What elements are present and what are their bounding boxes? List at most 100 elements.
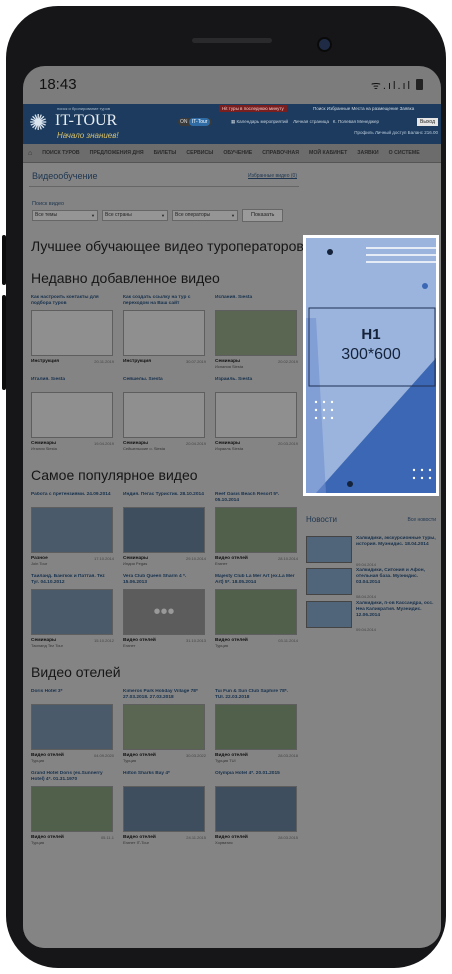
video-card[interactable]: Doris Hotel 3* Видео отелей 04.09.2020 Турц… (31, 689, 114, 763)
video-thumbnail[interactable] (123, 704, 205, 750)
video-card[interactable]: Tui Fun & Sun Club Saphire 78*. TUI. 22.… (215, 689, 298, 763)
nav-item-orders[interactable]: ЗАЯВКИ (352, 150, 383, 156)
header-account-row[interactable]: Профиль Личный доступ Баланс 216.00 (354, 130, 438, 135)
video-subtitle: Таиланд Tez Tour (31, 643, 63, 648)
country-select[interactable]: Все страны ▼ (102, 210, 168, 221)
video-subtitle: Турция (123, 758, 137, 763)
hot-tours-link[interactable]: Hit туры в последнюю минуту (219, 105, 287, 112)
video-title[interactable]: Majesty Club La Mer Art (ex.La Mer Art) … (215, 574, 298, 588)
video-thumbnail[interactable] (31, 392, 113, 438)
video-card[interactable]: Reef Oasis Beach Resort 5*. 05.10.2014 Ви… (215, 492, 298, 566)
ad-banner[interactable]: H1 300*600 (306, 238, 436, 493)
nav-item-tickets[interactable]: БИЛЕТЫ (149, 150, 182, 156)
video-title[interactable]: Doris Hotel 3* (31, 689, 114, 703)
calendar-link[interactable]: Календарь мероприятий (237, 119, 289, 124)
video-title[interactable]: Как настроить контакты для подбора туров (31, 295, 114, 309)
toggle-active: IT-Tour (188, 118, 211, 126)
video-thumbnail[interactable] (123, 786, 205, 832)
video-thumbnail[interactable] (31, 310, 113, 356)
toggle-on: ON (180, 119, 188, 125)
video-thumbnail[interactable] (123, 310, 205, 356)
video-thumbnail[interactable] (215, 786, 297, 832)
video-title[interactable]: Kimeros Park Holiday Village 78* 27.03.2… (123, 689, 206, 703)
home-icon[interactable]: ⌂ (23, 150, 37, 157)
news-thumbnail[interactable] (306, 601, 352, 628)
video-card[interactable]: Olympia Hotel 4*. 20.01.2015 Видео отелей… (215, 771, 298, 845)
nav-item-cabinet[interactable]: МОЙ КАБИНЕТ (304, 150, 352, 156)
site-logo[interactable]: IT-TOUR (55, 112, 117, 130)
news-thumbnail[interactable] (306, 568, 352, 595)
video-title[interactable]: Hilton Sharks Bay 4* (123, 771, 206, 785)
video-card[interactable]: Majesty Club La Mer Art (ex.La Mer Art) … (215, 574, 298, 648)
video-thumbnail[interactable] (123, 392, 205, 438)
nav-item-reference[interactable]: СПРАВОЧНАЯ (257, 150, 304, 156)
video-card[interactable]: Сейшелы. Siesta Семинары 20.04.2019 Сейшель… (123, 377, 206, 451)
video-date: 03.11.2014 (278, 638, 298, 643)
favorites-link[interactable]: Избранные видео (0) (248, 173, 297, 179)
site-header: ✺ поиск и бронирование туров IT-TOUR Нач… (23, 104, 441, 144)
video-card[interactable]: Vera Club Queen Sharm 4 *. 15.06.2013 •••… (123, 574, 206, 648)
header-links[interactable]: ▦ Календарь мероприятий Личная страница … (231, 119, 379, 125)
video-thumbnail[interactable] (215, 704, 297, 750)
top-links[interactable]: Поиск Избранные Места на размещение Заяв… (313, 106, 414, 111)
video-thumbnail[interactable]: ••• (123, 589, 205, 635)
nav-item-offers[interactable]: ПРЕДЛОЖЕНИЯ ДНЯ (85, 150, 149, 156)
news-date: 08.04.2014 (356, 594, 377, 599)
video-thumbnail[interactable] (31, 786, 113, 832)
video-card[interactable]: Таиланд. Бангкок и Паттая. Tez Tyr. 04.1… (31, 574, 114, 648)
video-thumbnail[interactable] (215, 310, 297, 356)
logo-tagline: поиск и бронирование туров (57, 106, 110, 111)
news-title[interactable]: Халкидики, п-ов Кассандра, осс. Неа Кали… (356, 601, 436, 619)
video-title[interactable]: Израиль. Siesta (215, 377, 298, 391)
news-title[interactable]: Халкидики, Ситония и Афон, отельная база… (356, 568, 436, 586)
video-card[interactable]: Италия. Siesta Семинары 19.04.2019 Италия S… (31, 377, 114, 451)
video-title[interactable]: Сейшелы. Siesta (123, 377, 206, 391)
video-thumbnail[interactable] (123, 507, 205, 553)
video-title[interactable]: Испания. Siesta (215, 295, 298, 309)
topic-select[interactable]: Все темы ▼ (32, 210, 98, 221)
recent-video-heading: Недавно добавленное видео (31, 270, 220, 286)
personal-page-link[interactable]: Личная страница (293, 119, 329, 124)
news-title[interactable]: Халкидики, экскурсионные туры, история. … (356, 536, 436, 548)
video-title[interactable]: Olympia Hotel 4*. 20.01.2015 (215, 771, 298, 785)
video-title[interactable]: Таиланд. Бангкок и Паттая. Tez Tyr. 04.1… (31, 574, 114, 588)
video-thumbnail[interactable] (31, 507, 113, 553)
show-button[interactable]: Показать (242, 209, 284, 222)
nav-item-search-tours[interactable]: ПОИСК ТУРОВ (37, 150, 84, 156)
nav-item-services[interactable]: СЕРВИСЫ (181, 150, 218, 156)
video-title[interactable]: Индия. Пегас Туристик. 28.10.2014 (123, 492, 206, 506)
operator-select[interactable]: Все операторы ▼ (172, 210, 238, 221)
logout-button[interactable]: Выход (417, 118, 438, 126)
video-title[interactable]: Работа с претензиями. 24.09.2014 (31, 492, 114, 506)
video-title[interactable]: Италия. Siesta (31, 377, 114, 391)
nav-item-training[interactable]: ОБУЧЕНИЕ (218, 150, 257, 156)
all-news-link[interactable]: Все новости (407, 517, 436, 523)
video-thumbnail[interactable] (215, 392, 297, 438)
video-card[interactable]: Kimeros Park Holiday Village 78* 27.03.2… (123, 689, 206, 763)
mode-toggle[interactable]: ON IT-Tour (178, 118, 213, 126)
video-title[interactable]: Tui Fun & Sun Club Saphire 78*. TUI. 22.… (215, 689, 298, 703)
chevron-down-icon: ▼ (91, 213, 95, 218)
video-card[interactable]: Индия. Пегас Туристик. 28.10.2014 Семинар… (123, 492, 206, 566)
video-thumbnail[interactable] (215, 507, 297, 553)
nav-item-about[interactable]: О СИСТЕМЕ (384, 150, 425, 156)
best-video-heading: Лучшее обучающее видео туроператоров (31, 238, 304, 254)
video-card[interactable]: Hilton Sharks Bay 4* Видео отелей 24.11.20… (123, 771, 206, 845)
ad-size-label: 300*600 (341, 346, 401, 363)
video-card[interactable]: Испания. Siesta Семинары 20.02.2019 Испания… (215, 295, 298, 369)
video-title[interactable]: Grand Hotel Doris (ex.Sunnerry Hotel) 4*… (31, 771, 114, 785)
news-thumbnail[interactable] (306, 536, 352, 563)
video-thumbnail[interactable] (31, 704, 113, 750)
video-title[interactable]: Reef Oasis Beach Resort 5*. 05.10.2014 (215, 492, 298, 506)
video-thumbnail[interactable] (31, 589, 113, 635)
video-card[interactable]: Работа с претензиями. 24.09.2014 Разное 17… (31, 492, 114, 566)
video-thumbnail[interactable] (215, 589, 297, 635)
video-card[interactable]: Израиль. Siesta Семинары 20.03.2019 Израиль… (215, 377, 298, 451)
operator-select-value: Все операторы (175, 212, 211, 218)
video-date: 30.07.2019 (185, 359, 206, 364)
video-card[interactable]: Как настроить контакты для подбора туров… (31, 295, 114, 369)
video-title[interactable]: Vera Club Queen Sharm 4 *. 15.06.2013 (123, 574, 206, 588)
video-card[interactable]: Grand Hotel Doris (ex.Sunnerry Hotel) 4*… (31, 771, 114, 845)
video-title[interactable]: Как создать ссылку на тур с переходом на… (123, 295, 206, 309)
video-card[interactable]: Как создать ссылку на тур с переходом на… (123, 295, 206, 369)
